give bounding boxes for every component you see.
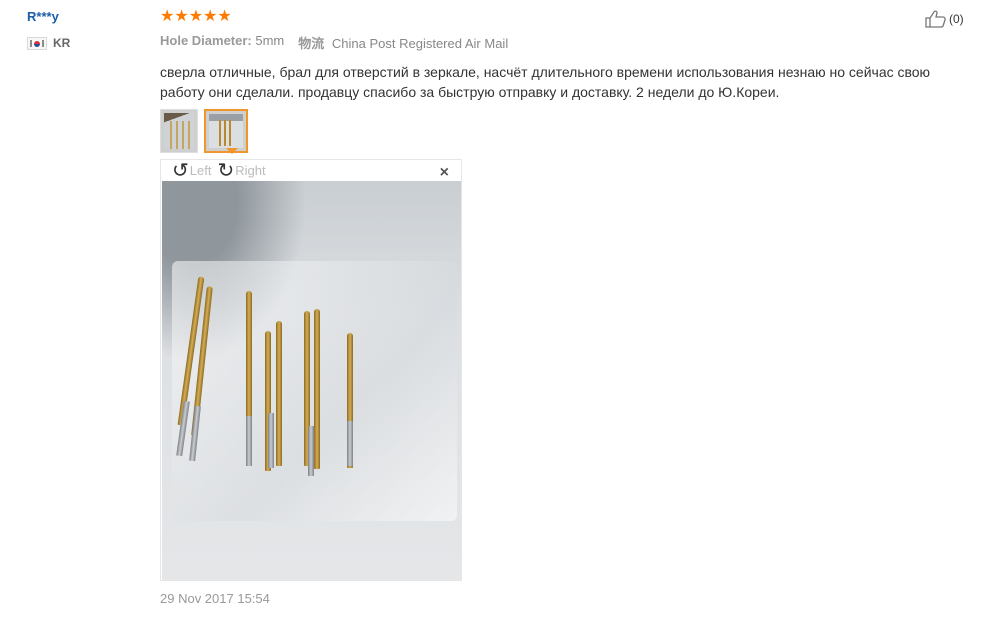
close-icon[interactable]: × (440, 164, 449, 182)
photo-thumbnail-active[interactable] (204, 109, 248, 153)
rotate-right-button[interactable]: ↻ Right (217, 159, 266, 182)
reviewer-country: KR (27, 36, 137, 50)
review-photo-thumbnails (160, 109, 960, 153)
photo-viewer: ↺ Left ↻ Right × (160, 159, 462, 581)
rating-stars: ★★★★★ (160, 7, 232, 25)
review-date: 29 Nov 2017 15:54 (160, 591, 270, 606)
drill-bit (314, 309, 320, 469)
review-meta: Hole Diameter: 5mm 物流 China Post Registe… (160, 33, 960, 52)
rotate-right-icon: ↻ (217, 159, 235, 182)
drill-shank (347, 421, 353, 466)
helpful-count: (0) (949, 12, 964, 26)
drill-shank (268, 413, 274, 468)
star-rating: ★★★★★ (160, 8, 960, 25)
reviewer-name[interactable]: R***y (27, 9, 137, 25)
attribute-label: Hole Diameter: (160, 33, 252, 48)
review-content: ★★★★★ Hole Diameter: 5mm 物流 China Post R… (160, 8, 960, 153)
review-text: сверла отличные, брал для отверстий в зе… (160, 64, 931, 100)
helpful-button[interactable]: (0) (925, 10, 964, 28)
reviewer-info: R***y KR (27, 9, 137, 50)
drill-bit (276, 321, 282, 466)
drill-shank (246, 416, 252, 466)
attribute-value: 5mm (255, 33, 285, 48)
photo-thumbnail[interactable] (160, 109, 198, 153)
rotate-left-icon: ↺ (172, 159, 189, 182)
shipping-label: 物流 (298, 36, 325, 51)
shipping-method: China Post Registered Air Mail (331, 36, 509, 51)
shipping-info: 物流 China Post Registered Air Mail (298, 33, 508, 52)
review-photo (162, 181, 461, 580)
drill-shank (308, 426, 314, 476)
attribute-hole-diameter: Hole Diameter: 5mm (160, 33, 284, 52)
kr-flag-icon (27, 36, 47, 50)
active-thumbnail-caret (226, 148, 238, 154)
rotate-left-button[interactable]: ↺ Left (172, 159, 212, 182)
thumbs-up-icon (925, 10, 947, 28)
rotate-right-label: Right (235, 163, 266, 178)
viewer-toolbar: ↺ Left ↻ Right × (161, 159, 461, 182)
rotate-left-label: Left (189, 163, 212, 178)
country-code: KR (53, 36, 71, 50)
